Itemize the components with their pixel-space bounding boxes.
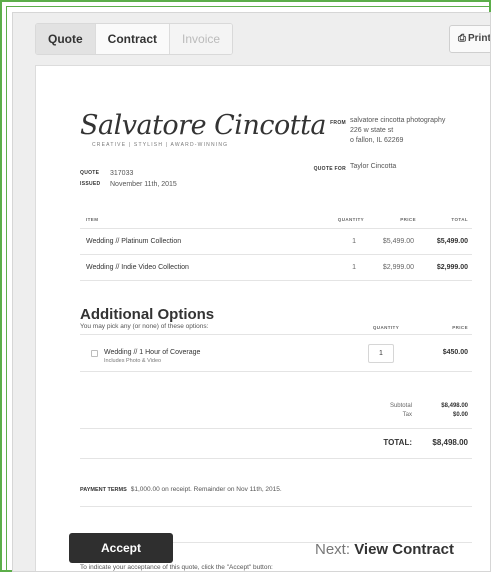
acceptance-note: To indicate your acceptance of this quot…	[80, 564, 273, 571]
tab-contract[interactable]: Contract	[95, 24, 171, 54]
document-tabs: Quote Contract Invoice	[35, 23, 234, 55]
quote-number: 317033	[110, 170, 134, 177]
issued-date: November 11th, 2015	[110, 181, 177, 188]
logo-wordmark: Salvatore Cincotta	[80, 110, 327, 141]
payment-terms: PAYMENT TERMS $1,000.00 on receipt. Remai…	[80, 486, 282, 493]
tab-invoice: Invoice	[170, 24, 233, 54]
printer-icon: ⎙	[458, 33, 466, 44]
options-header-price: PRICE	[452, 325, 468, 330]
option-checkbox[interactable]	[91, 350, 98, 357]
issued-label: ISSUED	[80, 181, 101, 187]
option-name: Wedding // 1 Hour of Coverage	[104, 349, 201, 356]
divider	[80, 280, 472, 281]
studio-logo: Salvatore Cincotta CREATIVE | STYLISH | …	[80, 110, 327, 148]
item-total: $2,999.00	[436, 264, 468, 271]
next-prefix: Next:	[315, 541, 351, 558]
accept-button[interactable]: Accept	[69, 533, 173, 563]
next-view-contract-link[interactable]: Next: View Contract	[315, 541, 454, 558]
quote-meta: QUOTE 317033 ISSUED November 11th, 2015	[80, 168, 177, 190]
item-quantity: 1	[352, 238, 356, 245]
print-button[interactable]: ⎙ Print	[449, 25, 491, 53]
divider	[80, 228, 472, 229]
option-description: Includes Photo & Video	[104, 358, 162, 364]
item-quantity: 1	[352, 264, 356, 271]
option-price: $450.00	[442, 349, 468, 356]
item-total: $5,499.00	[436, 238, 468, 245]
next-label: View Contract	[354, 541, 454, 558]
quote-number-label: QUOTE	[80, 170, 100, 176]
quote-document: Salvatore Cincotta CREATIVE | STYLISH | …	[35, 65, 490, 571]
tax-value: $0.00	[452, 412, 468, 418]
quote-for-value: Taylor Cincotta	[350, 163, 397, 170]
quote-app-window: Quote Contract Invoice ⎙ Print Salvatore …	[12, 12, 491, 572]
items-header-item: ITEM	[86, 217, 99, 222]
items-header-total: TOTAL	[451, 217, 468, 222]
divider	[80, 458, 472, 459]
items-header-price: PRICE	[400, 217, 416, 222]
divider	[80, 334, 472, 335]
item-price: $2,999.00	[382, 264, 414, 271]
tab-quote[interactable]: Quote	[36, 24, 96, 54]
from-line: 226 w state st	[350, 127, 394, 134]
subtotal-value: $8,498.00	[441, 403, 468, 409]
additional-options-subtitle: You may pick any (or none) of these opti…	[80, 323, 209, 330]
from-label: FROM	[330, 120, 346, 126]
additional-options-title: Additional Options	[80, 306, 215, 323]
from-line: o fallon, IL 62269	[350, 137, 404, 144]
total-value: $8,498.00	[432, 438, 468, 447]
items-header-quantity: QUANTITY	[337, 217, 364, 222]
total-label: TOTAL:	[383, 438, 412, 447]
item-price: $5,499.00	[382, 238, 414, 245]
item-name: Wedding // Platinum Collection	[86, 238, 182, 245]
from-line: salvatore cincotta photography	[350, 117, 446, 124]
print-button-label: Print	[468, 33, 491, 44]
subtotal-label: Subtotal	[389, 403, 412, 409]
logo-tagline: CREATIVE | STYLISH | AWARD-WINNING	[92, 142, 229, 148]
options-header-quantity: QUANTITY	[372, 325, 400, 330]
divider	[80, 254, 472, 255]
item-name: Wedding // Indie Video Collection	[86, 264, 189, 271]
divider	[80, 428, 472, 429]
payment-terms-label: PAYMENT TERMS	[80, 487, 127, 493]
option-quantity-input[interactable]: 1	[368, 344, 394, 363]
divider	[80, 506, 472, 507]
quote-for-label: QUOTE FOR	[313, 166, 346, 172]
divider	[80, 371, 472, 372]
tax-label: Tax	[402, 412, 412, 418]
payment-terms-text: $1,000.00 on receipt. Remainder on Nov 1…	[130, 486, 282, 493]
